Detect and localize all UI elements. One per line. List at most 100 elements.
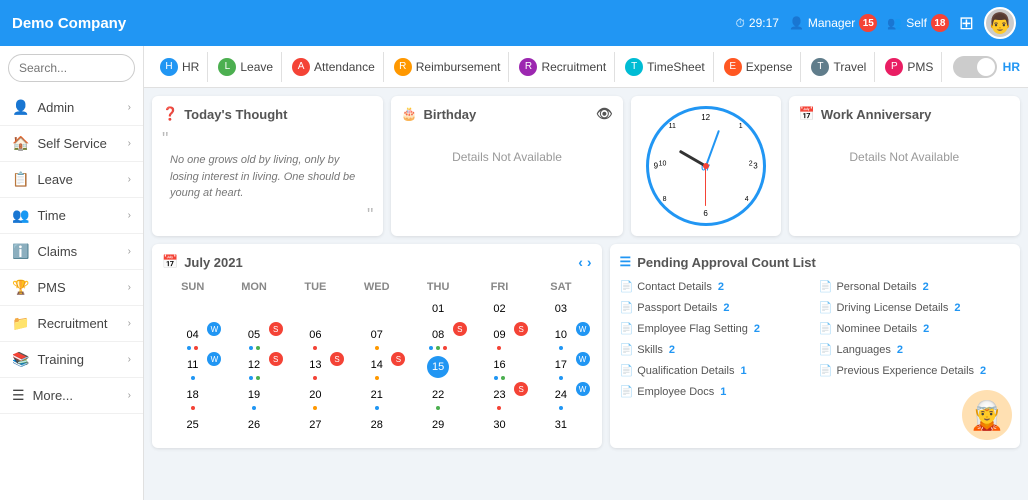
calendar-dot xyxy=(436,346,440,350)
calendar-cell[interactable]: 28 xyxy=(346,412,407,438)
leave-nav-icon: L xyxy=(218,58,236,76)
calendar-cell[interactable]: 16 xyxy=(469,352,530,382)
pending-item[interactable]: 📄Qualification Details 1 xyxy=(620,362,811,379)
nav-hr[interactable]: H HR xyxy=(152,52,208,82)
sidebar-item-pms[interactable]: 🏆 PMS › xyxy=(0,270,143,306)
birthday-widget: 🎂 Birthday 👁 Details Not Available xyxy=(391,96,622,236)
calendar-cell[interactable]: 18 xyxy=(162,382,223,412)
sidebar-item-leave[interactable]: 📋 Leave › xyxy=(0,162,143,198)
nav-pms[interactable]: P PMS xyxy=(877,52,942,82)
pending-grid: 📄Contact Details 2 📄Personal Details 2 📄Pa… xyxy=(620,278,1010,400)
clock-num-4: 4 xyxy=(745,196,749,203)
calendar-cell[interactable]: 11W xyxy=(162,352,223,382)
calendar-cell[interactable]: 10W xyxy=(530,322,591,352)
calendar-dots xyxy=(287,376,344,380)
pending-item[interactable]: 📄Skills 2 xyxy=(620,341,811,358)
sidebar-item-more[interactable]: ☰ More... › xyxy=(0,378,143,414)
birthday-eye-icon[interactable]: 👁 xyxy=(596,106,613,122)
calendar-cell[interactable]: 03 xyxy=(530,296,591,322)
chevron-icon: › xyxy=(128,138,131,149)
calendar-cell[interactable]: 19 xyxy=(223,382,284,412)
calendar-cell[interactable]: 20 xyxy=(285,382,346,412)
calendar-cell[interactable]: 24W xyxy=(530,382,591,412)
pending-item[interactable]: 📄Contact Details 2 xyxy=(620,278,811,295)
pending-item[interactable]: 📄Personal Details 2 xyxy=(819,278,1010,295)
search-input[interactable] xyxy=(8,54,135,82)
calendar-cell[interactable]: 31 xyxy=(530,412,591,438)
grid-icon[interactable]: ⊞ xyxy=(959,13,974,34)
calendar-cell[interactable]: 15 xyxy=(407,352,468,382)
calendar-date: 31 xyxy=(550,414,572,436)
calendar-cell[interactable]: 06 xyxy=(285,322,346,352)
calendar-title: 📅 July 2021 xyxy=(162,254,243,270)
calendar-cell[interactable]: 05S xyxy=(223,322,284,352)
sidebar-item-recruitment[interactable]: 📁 Recruitment › xyxy=(0,306,143,342)
training-icon: 📚 xyxy=(12,351,29,368)
calendar-cell[interactable]: 25 xyxy=(162,412,223,438)
hr-toggle-switch[interactable] xyxy=(953,56,997,78)
calendar-date: 20 xyxy=(304,384,326,406)
calendar-cell[interactable]: 22 xyxy=(407,382,468,412)
calendar-cell[interactable]: 13S xyxy=(285,352,346,382)
sidebar-item-time[interactable]: 👥 Time › xyxy=(0,198,143,234)
pending-item-label: Previous Experience Details xyxy=(836,365,974,377)
calendar-date: 17 xyxy=(550,354,572,376)
nav-recruitment[interactable]: R Recruitment xyxy=(511,52,615,82)
calendar-cell[interactable]: 09S xyxy=(469,322,530,352)
pending-item-label: Contact Details xyxy=(637,281,712,293)
pending-item[interactable]: 📄Employee Flag Setting 2 xyxy=(620,320,811,337)
calendar-dot xyxy=(313,406,317,410)
calendar-date: 24 xyxy=(550,384,572,406)
nav-attendance[interactable]: A Attendance xyxy=(284,52,384,82)
calendar-dot xyxy=(191,376,195,380)
nav-reimbursement[interactable]: R Reimbursement xyxy=(386,52,510,82)
sidebar-item-admin[interactable]: 👤 Admin › xyxy=(0,90,143,126)
nav-travel[interactable]: T Travel xyxy=(803,52,875,82)
nav-leave[interactable]: L Leave xyxy=(210,52,282,82)
avatar-image: 👨 xyxy=(988,11,1013,36)
calendar-cell[interactable]: 01 xyxy=(407,296,468,322)
pending-item-icon: 📄 xyxy=(620,343,634,356)
pending-item[interactable]: 📄Languages 2 xyxy=(819,341,1010,358)
travel-icon: T xyxy=(811,58,829,76)
prev-month-button[interactable]: ‹ xyxy=(578,254,583,270)
sidebar-item-label: Claims xyxy=(37,244,77,259)
sidebar-item-claims[interactable]: ℹ️ Claims › xyxy=(0,234,143,270)
pending-item[interactable]: 📄Nominee Details 2 xyxy=(819,320,1010,337)
pending-item-icon: 📄 xyxy=(620,301,634,314)
nav-timesheet[interactable]: T TimeSheet xyxy=(617,52,714,82)
calendar-dots xyxy=(348,406,405,410)
calendar-cell[interactable]: 29 xyxy=(407,412,468,438)
self-label: Self xyxy=(906,16,927,30)
calendar-date: 03 xyxy=(550,298,572,320)
sidebar-item-training[interactable]: 📚 Training › xyxy=(0,342,143,378)
calendar-cell[interactable]: 02 xyxy=(469,296,530,322)
calendar-cell[interactable]: 04W xyxy=(162,322,223,352)
calendar-cell[interactable]: 17W xyxy=(530,352,591,382)
calendar-cell[interactable]: 30 xyxy=(469,412,530,438)
manager-badge: 👤 Manager 15 xyxy=(789,14,877,32)
pending-item[interactable]: 📄Driving License Details 2 xyxy=(819,299,1010,316)
calendar-cell[interactable]: 07 xyxy=(346,322,407,352)
calendar-date: 11 xyxy=(182,354,204,376)
sidebar-item-selfservice[interactable]: 🏠 Self Service › xyxy=(0,126,143,162)
calendar-dots xyxy=(532,376,589,380)
hr-toggle-label: HR xyxy=(1003,60,1020,74)
nav-expense[interactable]: E Expense xyxy=(716,52,802,82)
calendar-cell[interactable]: 14S xyxy=(346,352,407,382)
pending-item[interactable]: 📄Previous Experience Details 2 xyxy=(819,362,1010,379)
next-month-button[interactable]: › xyxy=(587,254,592,270)
sidebar-item-label: Recruitment xyxy=(37,316,107,331)
avatar[interactable]: 👨 xyxy=(984,7,1016,39)
pending-item[interactable]: 📄Passport Details 2 xyxy=(620,299,811,316)
calendar-cell[interactable]: 21 xyxy=(346,382,407,412)
calendar-cell[interactable]: 23S xyxy=(469,382,530,412)
calendar-cell[interactable]: 12S xyxy=(223,352,284,382)
calendar-date: 08 xyxy=(427,324,449,346)
calendar-cell[interactable]: 08S xyxy=(407,322,468,352)
calendar-cell[interactable]: 27 xyxy=(285,412,346,438)
calendar-cell[interactable]: 26 xyxy=(223,412,284,438)
calendar-date: 06 xyxy=(304,324,326,346)
bottom-row: 📅 July 2021 ‹ › SUN xyxy=(152,244,1020,448)
pending-item[interactable]: 📄Employee Docs 1 xyxy=(620,383,811,400)
